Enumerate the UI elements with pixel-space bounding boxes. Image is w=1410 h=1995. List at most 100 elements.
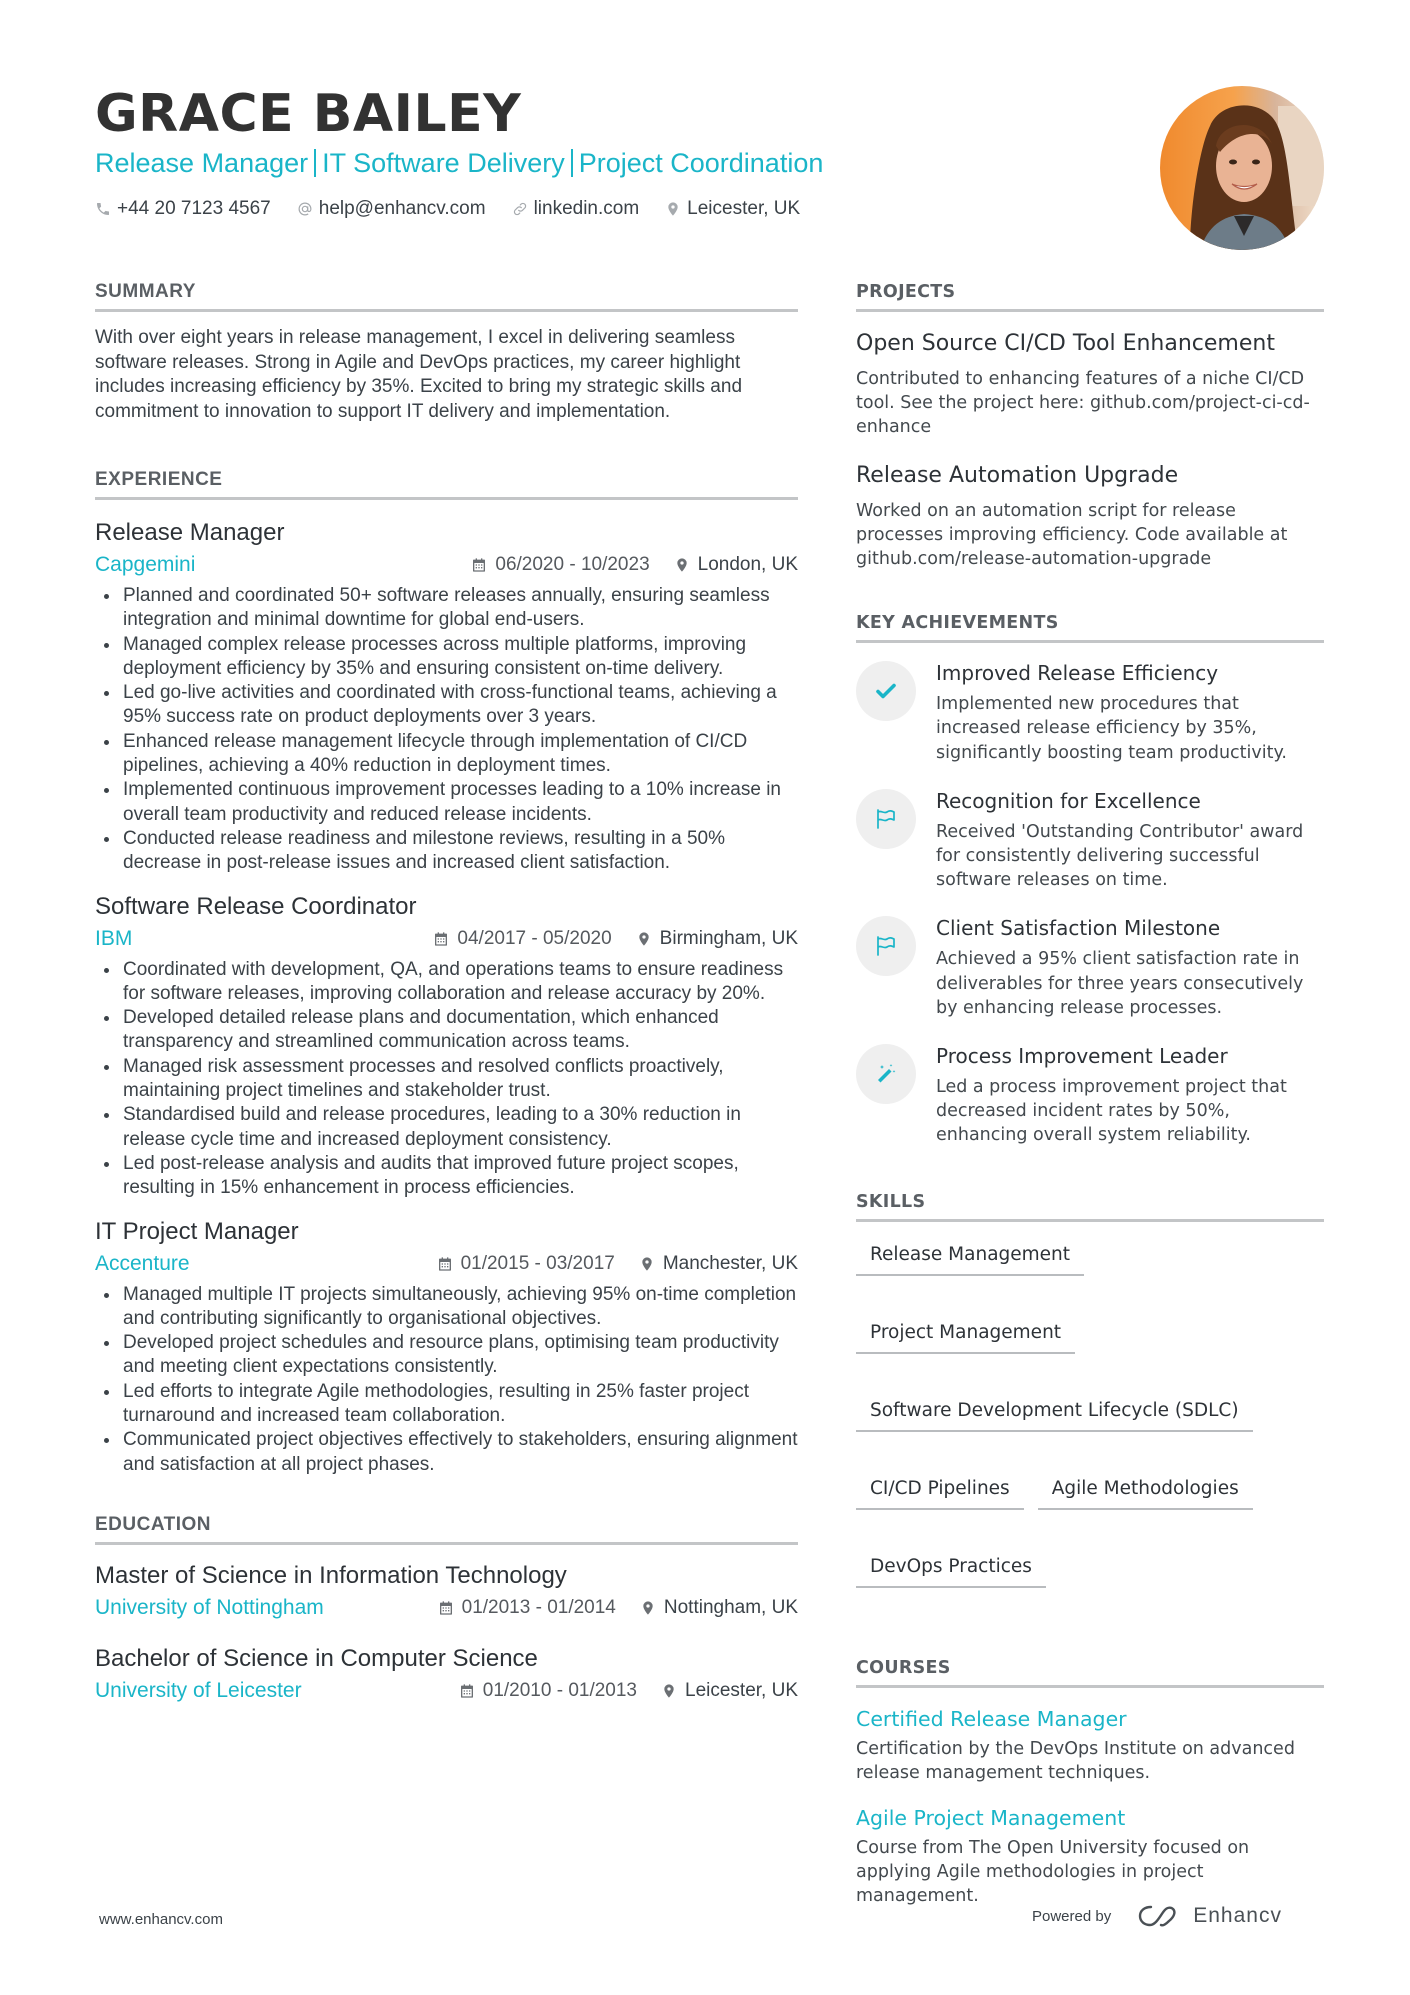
profile-photo bbox=[1160, 86, 1324, 250]
bullet-item: Coordinated with development, QA, and op… bbox=[95, 958, 798, 1007]
project-description: Contributed to enhancing features of a n… bbox=[856, 369, 1310, 438]
footer-website-link[interactable]: www.enhancv.com bbox=[99, 1911, 223, 1928]
enhancv-logo[interactable]: Enhancv bbox=[1137, 1903, 1282, 1929]
achievement-title: Process Improvement Leader bbox=[936, 1044, 1228, 1069]
location-icon bbox=[665, 200, 681, 218]
achievement-body: Recognition for Excellence Received 'Out… bbox=[936, 789, 1324, 893]
summary-section: SUMMARY With over eight years in release… bbox=[95, 280, 798, 424]
project-entry: Release Automation Upgrade Worked on an … bbox=[856, 462, 1324, 572]
job-dates: 04/2017 - 05/2020 bbox=[433, 925, 612, 953]
contact-location: Leicester, UK bbox=[665, 198, 800, 220]
summary-text: With over eight years in release managem… bbox=[95, 327, 743, 422]
achievements-section: KEY ACHIEVEMENTS Improved Release Effici… bbox=[856, 611, 1324, 1147]
education-location: Leicester, UK bbox=[661, 1677, 798, 1705]
contact-linkedin[interactable]: linkedin.com bbox=[512, 198, 639, 220]
right-column: PROJECTS Open Source CI/CD Tool Enhancem… bbox=[856, 280, 1324, 1909]
job-dates: 06/2020 - 10/2023 bbox=[471, 551, 650, 579]
section-title-summary: SUMMARY bbox=[95, 280, 798, 312]
job-dates: 01/2015 - 03/2017 bbox=[437, 1250, 615, 1278]
bullet-item: Conducted release readiness and mileston… bbox=[95, 827, 798, 876]
education-entry: Bachelor of Science in Computer Science … bbox=[95, 1644, 798, 1705]
location-text: Leicester, UK bbox=[685, 1679, 798, 1701]
phone-number: +44 20 7123 4567 bbox=[117, 198, 271, 219]
bullet-item: Led efforts to integrate Agile methodolo… bbox=[95, 1380, 798, 1429]
bullet-item: Standardised build and release procedure… bbox=[95, 1103, 798, 1152]
left-column: SUMMARY With over eight years in release… bbox=[95, 280, 798, 1705]
location-pin-icon bbox=[639, 931, 649, 946]
headline-separator bbox=[570, 149, 573, 177]
education-location: Nottingham, UK bbox=[640, 1594, 798, 1622]
bullet-item: Managed complex release processes across… bbox=[95, 633, 798, 682]
company-name: Accenture bbox=[95, 1251, 190, 1275]
calendar-icon bbox=[435, 931, 448, 946]
calendar-icon bbox=[439, 1601, 452, 1615]
project-entry: Open Source CI/CD Tool Enhancement Contr… bbox=[856, 330, 1324, 440]
link-icon bbox=[512, 200, 528, 218]
education-meta-right: 01/2010 - 01/2013 Leicester, UK bbox=[459, 1677, 798, 1705]
job-meta-right: 06/2020 - 10/2023 London, UK bbox=[471, 551, 798, 579]
bullet-item: Managed risk assessment processes and re… bbox=[95, 1055, 798, 1104]
headline: Release Manager IT Software Delivery Proje… bbox=[95, 146, 1095, 180]
courses-section: COURSES Certified Release Manager Certif… bbox=[856, 1656, 1324, 1909]
bullet-item: Implemented continuous improvement proce… bbox=[95, 778, 798, 827]
location-pin-icon bbox=[664, 1684, 674, 1698]
section-title-achievements: KEY ACHIEVEMENTS bbox=[856, 611, 1324, 644]
contact-bar: +44 20 7123 4567 help@enhancv.com linked… bbox=[95, 198, 1095, 220]
skill-tag: Agile Methodologies bbox=[1037, 1476, 1253, 1510]
resume-header: GRACE BAILEY Release Manager IT Software … bbox=[95, 84, 1095, 220]
company-name: IBM bbox=[95, 926, 133, 950]
project-description: Worked on an automation script for relea… bbox=[856, 500, 1288, 570]
education-dates: 01/2010 - 01/2013 bbox=[459, 1677, 637, 1705]
job-entry: IT Project Manager Accenture 01/2015 - 0… bbox=[95, 1217, 798, 1477]
location-pin-icon bbox=[643, 1601, 653, 1615]
achievement-entry: Process Improvement Leader Led a process… bbox=[856, 1044, 1324, 1148]
skill-tag: Software Development Lifecycle (SDLC) bbox=[856, 1398, 1253, 1432]
brand-name: Enhancv bbox=[1193, 1904, 1282, 1927]
education-meta: University of Leicester 01/2010 - 01/201… bbox=[95, 1677, 798, 1705]
phone-icon bbox=[95, 200, 111, 218]
date-range: 01/2015 - 03/2017 bbox=[460, 1252, 615, 1274]
skills-list: Release Management Project Management So… bbox=[856, 1242, 1324, 1588]
project-title: Open Source CI/CD Tool Enhancement bbox=[856, 331, 1275, 356]
job-meta-right: 04/2017 - 05/2020 Birmingham, UK bbox=[433, 925, 798, 953]
achievement-description: Implemented new procedures that increase… bbox=[936, 694, 1287, 763]
calendar-icon bbox=[460, 1684, 473, 1698]
achievement-title: Improved Release Efficiency bbox=[936, 661, 1219, 686]
bullet-item: Developed detailed release plans and doc… bbox=[95, 1006, 798, 1055]
job-meta: Accenture 01/2015 - 03/2017 Manchester, … bbox=[95, 1250, 798, 1278]
job-title: IT Project Manager bbox=[95, 1217, 299, 1245]
job-entry: Release Manager Capgemini 06/2020 - 10/2… bbox=[95, 518, 798, 876]
experience-section: EXPERIENCE Release Manager Capgemini 06/… bbox=[95, 468, 798, 1477]
education-meta: University of Nottingham 01/2013 - 01/20… bbox=[95, 1594, 798, 1622]
location-pin-icon bbox=[676, 558, 687, 572]
contact-email[interactable]: help@enhancv.com bbox=[297, 198, 486, 220]
bullet-item: Led post-release analysis and audits tha… bbox=[95, 1152, 798, 1201]
job-location: Birmingham, UK bbox=[636, 925, 798, 953]
skill-tag: DevOps Practices bbox=[856, 1554, 1046, 1588]
headline-role: Release Manager bbox=[95, 148, 309, 178]
candidate-name: GRACE BAILEY bbox=[95, 84, 522, 144]
checkmark-icon bbox=[856, 661, 916, 722]
education-section: EDUCATION Master of Science in Informati… bbox=[95, 1513, 798, 1705]
contact-phone[interactable]: +44 20 7123 4567 bbox=[95, 198, 271, 220]
powered-by-label: Powered by bbox=[1032, 1907, 1112, 1925]
achievement-entry: Client Satisfaction Milestone Achieved a… bbox=[856, 916, 1324, 1020]
projects-section: PROJECTS Open Source CI/CD Tool Enhancem… bbox=[856, 280, 1324, 571]
location-pin-icon bbox=[642, 1256, 652, 1271]
location-text: Manchester, UK bbox=[662, 1252, 798, 1274]
email-address: help@enhancv.com bbox=[318, 198, 486, 219]
course-title: Certified Release Manager bbox=[856, 1706, 1127, 1731]
achievement-body: Improved Release Efficiency Implemented … bbox=[936, 661, 1324, 765]
location-text: Nottingham, UK bbox=[663, 1596, 798, 1618]
section-title-courses: COURSES bbox=[856, 1656, 1324, 1688]
skills-section: SKILLS Release Management Project Manage… bbox=[856, 1190, 1324, 1588]
achievement-title: Recognition for Excellence bbox=[936, 788, 1201, 813]
enhancv-logo-icon bbox=[1139, 1905, 1176, 1927]
section-title-projects: PROJECTS bbox=[856, 280, 1324, 312]
job-entry: Software Release Coordinator IBM 04/2017… bbox=[95, 892, 798, 1201]
job-title: Software Release Coordinator bbox=[95, 892, 417, 920]
course-description: Course from The Open University focused … bbox=[856, 1838, 1250, 1907]
job-location: London, UK bbox=[674, 551, 798, 579]
school-name: University of Nottingham bbox=[95, 1595, 324, 1619]
bullet-item: Communicated project objectives effectiv… bbox=[95, 1428, 798, 1477]
